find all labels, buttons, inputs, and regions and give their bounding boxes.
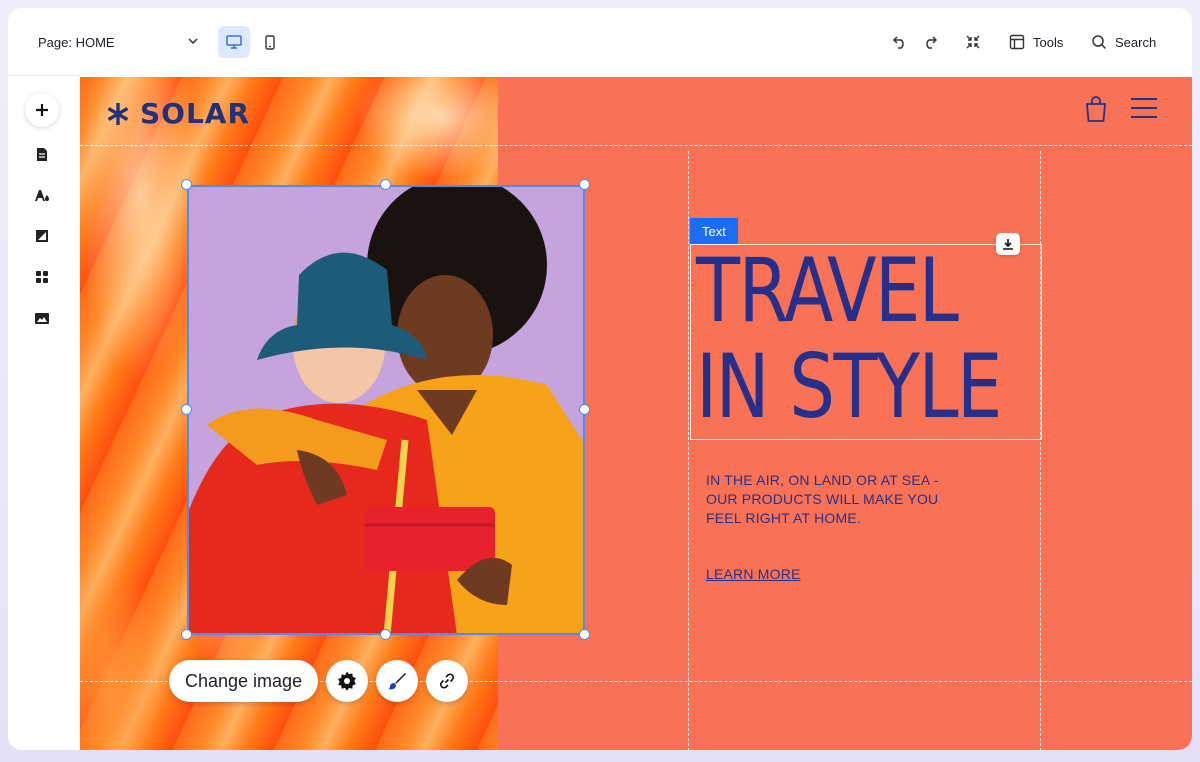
hero-headline[interactable]: TRAVEL IN STYLE bbox=[696, 239, 1002, 438]
download-icon bbox=[1003, 239, 1013, 250]
resize-handle-top-left[interactable] bbox=[181, 179, 192, 190]
shopping-bag-icon[interactable] bbox=[1084, 95, 1108, 123]
window-frame: Page: HOME Tools Search SOLAR Change ima… bbox=[0, 0, 1200, 762]
search-icon bbox=[1092, 35, 1107, 50]
search-label: Search bbox=[1115, 34, 1157, 50]
resize-handle-bottom-right[interactable] bbox=[579, 629, 590, 640]
editor-window: Page: HOME Tools Search SOLAR Change ima… bbox=[8, 8, 1192, 750]
guide-line-left bbox=[688, 151, 689, 750]
image-design-button[interactable] bbox=[376, 660, 419, 702]
collapse-icon bbox=[966, 35, 980, 49]
resize-handle-top[interactable] bbox=[380, 179, 391, 190]
design-icon bbox=[388, 673, 407, 690]
headline-line-2: IN STYLE bbox=[696, 335, 1002, 438]
theme-button[interactable] bbox=[26, 179, 58, 211]
apps-icon bbox=[36, 271, 48, 283]
media-icon bbox=[35, 312, 49, 324]
hero-body-text[interactable]: IN THE AIR, ON LAND OR AT SEA - OUR PROD… bbox=[706, 471, 966, 528]
guide-line-right bbox=[1040, 151, 1041, 750]
headline-line-1: TRAVEL bbox=[696, 239, 959, 342]
add-icon bbox=[36, 104, 48, 116]
site-canvas[interactable]: SOLAR Change image Text TRAVEL IN STYLE … bbox=[80, 77, 1192, 750]
guide-line-top bbox=[80, 145, 1192, 146]
resize-handle-bottom[interactable] bbox=[380, 629, 391, 640]
tools-label: Tools bbox=[1033, 34, 1064, 50]
redo-button[interactable] bbox=[922, 30, 938, 54]
resize-handle-right[interactable] bbox=[579, 404, 590, 415]
mobile-view-button[interactable] bbox=[254, 26, 286, 58]
apps-button[interactable] bbox=[26, 261, 58, 293]
redo-icon bbox=[926, 36, 938, 49]
pages-icon bbox=[37, 147, 47, 161]
desktop-view-button[interactable] bbox=[218, 26, 250, 58]
image-link-button[interactable] bbox=[426, 660, 469, 702]
settings-icon bbox=[338, 671, 356, 691]
section-icon bbox=[36, 230, 48, 242]
left-rail bbox=[8, 75, 80, 750]
desktop-icon bbox=[226, 35, 242, 49]
tools-icon bbox=[1009, 34, 1025, 50]
add-elements-button[interactable] bbox=[25, 93, 59, 127]
page-selector-label: Page: HOME bbox=[38, 34, 115, 50]
image-floating-toolbar: Change image bbox=[169, 660, 469, 702]
image-selection-frame bbox=[187, 185, 585, 635]
asterisk-icon bbox=[107, 102, 129, 125]
resize-handle-bottom-left[interactable] bbox=[181, 629, 192, 640]
site-logo[interactable]: SOLAR bbox=[106, 97, 250, 130]
zoom-out-button[interactable] bbox=[965, 30, 981, 54]
tools-button[interactable]: Tools bbox=[1009, 30, 1063, 54]
hamburger-menu-icon[interactable] bbox=[1130, 97, 1158, 119]
pages-button[interactable] bbox=[26, 138, 58, 170]
page-selector[interactable]: Page: HOME bbox=[38, 30, 198, 54]
sections-button[interactable] bbox=[26, 220, 58, 252]
link-icon bbox=[440, 673, 455, 689]
logo-text: SOLAR bbox=[140, 97, 251, 130]
theme-icon bbox=[35, 189, 49, 201]
resize-handle-top-right[interactable] bbox=[579, 179, 590, 190]
change-image-button[interactable]: Change image bbox=[169, 660, 319, 702]
search-button[interactable]: Search bbox=[1091, 30, 1156, 54]
undo-button[interactable] bbox=[892, 30, 908, 54]
resize-handle-left[interactable] bbox=[181, 404, 192, 415]
media-button[interactable] bbox=[26, 302, 58, 334]
image-settings-button[interactable] bbox=[326, 660, 369, 702]
top-bar: Page: HOME Tools Search bbox=[8, 8, 1192, 75]
learn-more-link[interactable]: LEARN MORE bbox=[706, 566, 801, 582]
undo-icon bbox=[892, 36, 904, 49]
chevron-down-icon bbox=[188, 38, 198, 44]
mobile-icon bbox=[265, 34, 275, 50]
save-text-button[interactable] bbox=[996, 233, 1020, 255]
